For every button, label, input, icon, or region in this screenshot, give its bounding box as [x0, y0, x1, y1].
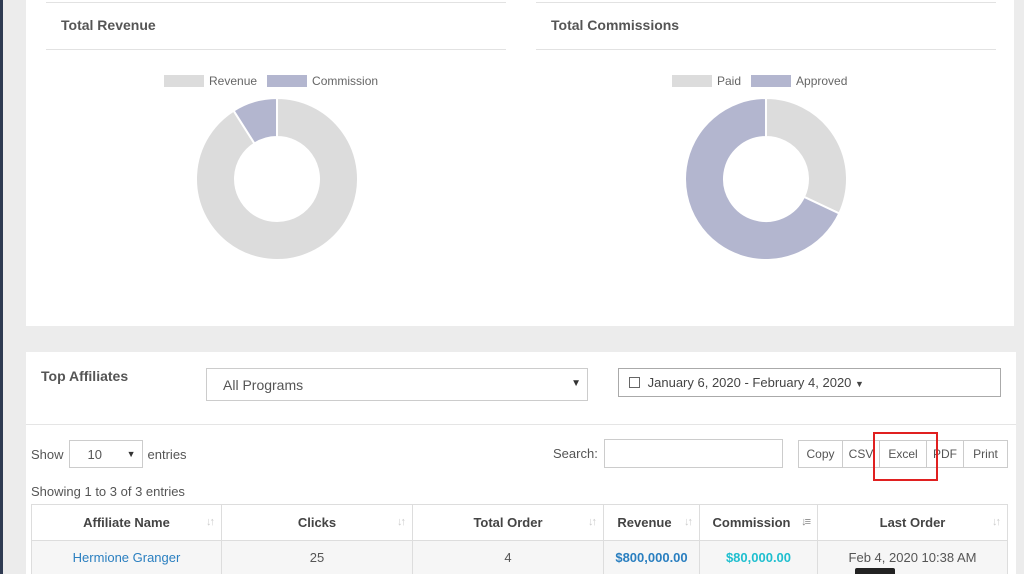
- show-label: Show: [31, 446, 64, 462]
- column-header-affiliate-name[interactable]: Affiliate Name ↓↑: [31, 504, 222, 541]
- top-affiliates-panel: Top Affiliates All Programs ▼ January 6,…: [26, 352, 1016, 574]
- column-header-clicks[interactable]: Clicks ↓↑: [221, 504, 413, 541]
- total-revenue-panel: Total Revenue Revenue Commission: [26, 0, 516, 326]
- page-left-border: [0, 0, 3, 574]
- page-length-select[interactable]: 10 ▼: [68, 440, 143, 468]
- revenue-legend: Revenue Commission: [164, 74, 388, 88]
- legend-swatch-revenue[interactable]: [164, 75, 204, 87]
- top-affiliates-title: Top Affiliates: [41, 368, 129, 384]
- date-range-picker[interactable]: January 6, 2020 - February 4, 2020 ▼: [618, 368, 1001, 397]
- tooltip-fragment: [855, 568, 895, 574]
- commission-value: $80,000.00: [725, 550, 792, 565]
- print-button[interactable]: Print: [963, 440, 1008, 468]
- column-header-label: Total Order: [473, 515, 543, 530]
- table-header-row: Affiliate Name ↓↑ Clicks ↓↑ Total Order ↓↑ …: [31, 504, 1008, 541]
- donut-slice-paid[interactable]: [765, 98, 847, 215]
- cell-commission: $80,000.00: [699, 540, 818, 574]
- legend-label-commission[interactable]: Commission: [312, 74, 378, 88]
- cell-clicks: 25: [221, 540, 413, 574]
- panel-divider: [536, 49, 996, 50]
- table-info: Showing 1 to 3 of 3 entries: [31, 484, 185, 499]
- search-input[interactable]: [604, 439, 783, 468]
- legend-label-revenue[interactable]: Revenue: [209, 74, 257, 88]
- affiliates-table: Affiliate Name ↓↑ Clicks ↓↑ Total Order ↓↑ …: [31, 504, 1008, 574]
- column-header-total-order[interactable]: Total Order ↓↑: [412, 504, 604, 541]
- legend-swatch-approved[interactable]: [751, 75, 792, 87]
- date-range-value: January 6, 2020 - February 4, 2020: [647, 375, 852, 390]
- cell-total-order: 4: [412, 540, 604, 574]
- panel-divider: [46, 49, 506, 50]
- copy-button[interactable]: Copy: [798, 440, 843, 468]
- program-select-value: All Programs: [223, 377, 304, 393]
- panel-top-rule: [536, 2, 996, 3]
- sort-desc-icon: ↓≡: [801, 516, 811, 528]
- legend-label-approved[interactable]: Approved: [796, 74, 847, 88]
- sort-icon: ↓↑: [684, 516, 693, 528]
- caret-down-icon: ▼: [855, 379, 864, 389]
- panel-title: Total Revenue: [61, 17, 156, 33]
- cell-revenue: $800,000.00: [603, 540, 700, 574]
- program-select[interactable]: All Programs ▼: [206, 368, 588, 401]
- entries-label: entries: [147, 446, 187, 462]
- column-header-label: Last Order: [879, 515, 946, 530]
- commissions-legend: Paid Approved: [672, 74, 857, 88]
- sort-icon: ↓↑: [206, 516, 215, 528]
- column-header-label: Affiliate Name: [83, 515, 170, 530]
- sort-icon: ↓↑: [992, 516, 1001, 528]
- cell-affiliate-name: Hermione Granger: [31, 540, 222, 574]
- legend-swatch-commission[interactable]: [267, 75, 308, 87]
- column-header-label: Commission: [712, 515, 791, 530]
- legend-swatch-paid[interactable]: [672, 75, 712, 87]
- affiliate-link[interactable]: Hermione Granger: [73, 550, 181, 565]
- panel-top-rule: [46, 2, 506, 3]
- calendar-icon: [629, 377, 640, 388]
- excel-highlight-box: [873, 432, 938, 481]
- section-divider: [26, 424, 1016, 425]
- column-header-label: Clicks: [297, 515, 337, 530]
- caret-down-icon: ▼: [126, 449, 136, 459]
- column-header-commission[interactable]: Commission ↓≡: [699, 504, 818, 541]
- sort-icon: ↓↑: [588, 516, 597, 528]
- search-label: Search:: [553, 446, 598, 461]
- column-header-revenue[interactable]: Revenue ↓↑: [603, 504, 700, 541]
- cell-last-order: Feb 4, 2020 10:38 AM: [817, 540, 1008, 574]
- panel-title: Total Commissions: [551, 17, 680, 33]
- revenue-donut-chart: [196, 98, 358, 260]
- legend-label-paid[interactable]: Paid: [717, 74, 741, 88]
- column-header-last-order[interactable]: Last Order ↓↑: [817, 504, 1008, 541]
- revenue-value: $800,000.00: [615, 550, 688, 565]
- total-commissions-panel: Total Commissions Paid Approved: [516, 0, 1014, 326]
- column-header-label: Revenue: [617, 515, 672, 530]
- page-length-control: Show 10 ▼ entries: [31, 440, 187, 468]
- caret-down-icon: ▼: [571, 378, 581, 389]
- commissions-donut-chart: [685, 98, 847, 260]
- sort-icon: ↓↑: [397, 516, 406, 528]
- page-length-value: 10: [87, 447, 102, 462]
